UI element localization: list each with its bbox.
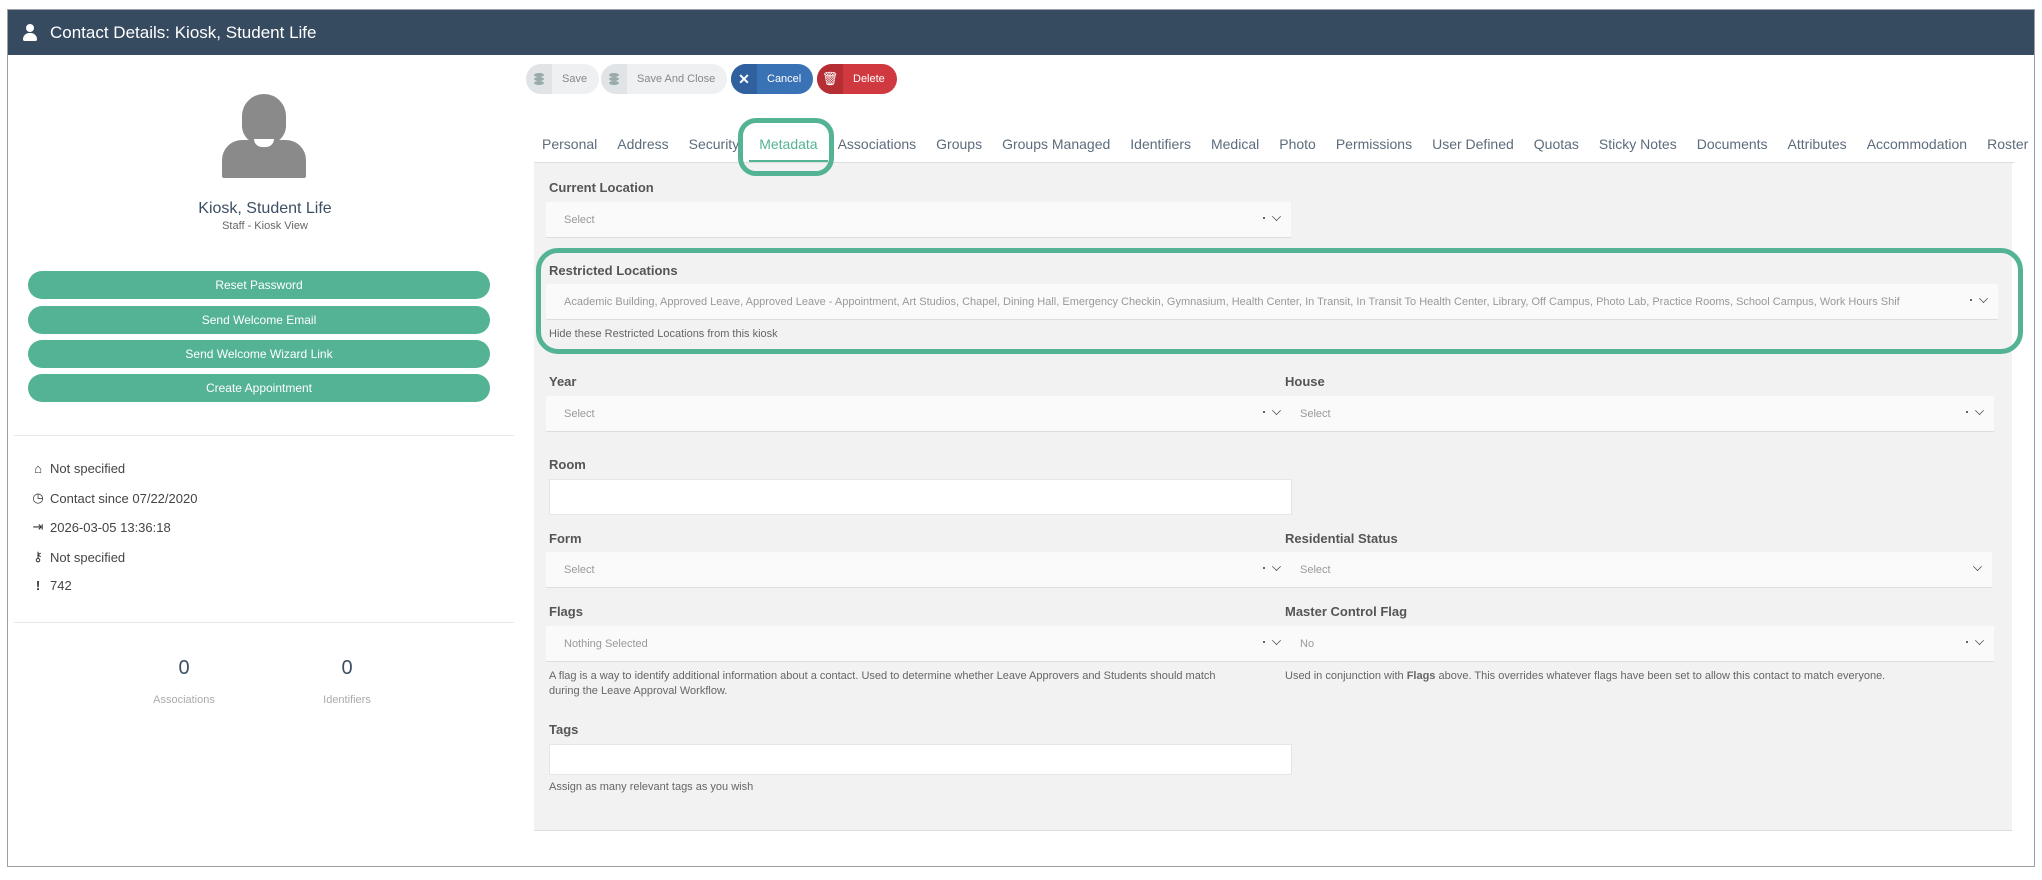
- residential-status-label: Residential Status: [1285, 531, 1398, 546]
- info-last-login: ⇥ 2026-03-05 13:36:18: [30, 519, 171, 535]
- sign-in-icon: ⇥: [32, 519, 44, 534]
- metadata-tab-highlight: [738, 118, 834, 176]
- chevron-down-icon: [1973, 562, 1982, 571]
- tab-identifiers[interactable]: Identifiers: [1120, 128, 1201, 162]
- avatar: [214, 86, 314, 186]
- residential-status-select[interactable]: Select: [1282, 552, 1992, 588]
- tab-sticky-notes[interactable]: Sticky Notes: [1589, 128, 1687, 162]
- room-label: Room: [549, 457, 586, 472]
- user-icon: [22, 23, 38, 42]
- associations-count[interactable]: 0: [134, 657, 234, 680]
- divider: [14, 622, 514, 623]
- home-icon: ⌂: [34, 461, 42, 476]
- chevron-down-icon: [1272, 636, 1281, 645]
- tab-medical[interactable]: Medical: [1201, 128, 1269, 162]
- tab-address[interactable]: Address: [607, 128, 678, 162]
- room-input[interactable]: [549, 479, 1292, 515]
- title-bar: Contact Details: Kiosk, Student Life: [8, 10, 2034, 55]
- info-id: ! 742: [30, 578, 72, 593]
- form-label: Form: [549, 531, 582, 546]
- info-key: ⚷ Not specified: [30, 549, 125, 565]
- tags-label: Tags: [549, 722, 579, 737]
- info-location: ⌂ Not specified: [30, 461, 125, 476]
- tags-input[interactable]: [549, 744, 1292, 775]
- tab-personal[interactable]: Personal: [532, 128, 607, 162]
- key-icon: ⚷: [33, 549, 43, 564]
- year-select[interactable]: Select: [546, 396, 1291, 432]
- divider: [14, 435, 514, 436]
- trash-icon: 🗑: [817, 64, 843, 94]
- clock-icon: ◷: [32, 490, 44, 505]
- chevron-down-icon: [1272, 212, 1281, 221]
- chevron-down-icon: [1272, 406, 1281, 415]
- chevron-down-icon: [1975, 406, 1984, 415]
- tab-user-defined[interactable]: User Defined: [1422, 128, 1524, 162]
- associations-label: Associations: [153, 694, 215, 706]
- master-control-flag-help: Used in conjunction with Flags above. Th…: [1285, 670, 1886, 682]
- identifiers-count[interactable]: 0: [297, 657, 397, 680]
- info-contact-since: ◷ Contact since 07/22/2020: [30, 490, 197, 506]
- tab-groups[interactable]: Groups: [926, 128, 992, 162]
- flags-select[interactable]: Nothing Selected: [546, 626, 1291, 662]
- save-button[interactable]: Save: [526, 64, 600, 94]
- tags-help: Assign as many relevant tags as you wish: [549, 781, 754, 793]
- tab-associations[interactable]: Associations: [828, 128, 927, 162]
- flags-help: A flag is a way to identify additional i…: [549, 670, 1216, 697]
- tab-quotas[interactable]: Quotas: [1524, 128, 1589, 162]
- exclamation-icon: !: [35, 578, 41, 593]
- chevron-down-icon: [1272, 562, 1281, 571]
- tab-attributes[interactable]: Attributes: [1778, 128, 1857, 162]
- contact-role: Staff - Kiosk View: [222, 220, 308, 232]
- contact-name: Kiosk, Student Life: [198, 200, 332, 217]
- tab-accommodation[interactable]: Accommodation: [1857, 128, 1977, 162]
- house-select[interactable]: Select: [1282, 396, 1994, 432]
- tab-photo[interactable]: Photo: [1269, 128, 1326, 162]
- identifiers-label: Identifiers: [323, 694, 371, 706]
- cancel-button[interactable]: ✕ Cancel: [731, 64, 814, 94]
- tab-permissions[interactable]: Permissions: [1326, 128, 1422, 162]
- tab-documents[interactable]: Documents: [1687, 128, 1778, 162]
- current-location-label: Current Location: [549, 180, 654, 195]
- current-location-select[interactable]: Select: [546, 202, 1291, 238]
- delete-button[interactable]: 🗑 Delete: [817, 64, 897, 94]
- tab-roster[interactable]: Roster: [1977, 128, 2038, 162]
- close-icon: ✕: [731, 64, 757, 94]
- restricted-locations-highlight: [536, 248, 2023, 354]
- year-label: Year: [549, 374, 577, 389]
- create-appointment-button[interactable]: Create Appointment: [28, 374, 490, 402]
- tab-groups-managed[interactable]: Groups Managed: [992, 128, 1120, 162]
- window-title: Contact Details: Kiosk, Student Life: [50, 22, 317, 42]
- database-icon: [601, 64, 627, 94]
- send-welcome-email-button[interactable]: Send Welcome Email: [28, 306, 490, 334]
- master-control-flag-select[interactable]: No: [1282, 626, 1994, 662]
- chevron-down-icon: [1975, 636, 1984, 645]
- form-select[interactable]: Select: [546, 552, 1291, 588]
- master-control-flag-label: Master Control Flag: [1285, 604, 1408, 619]
- reset-password-button[interactable]: Reset Password: [28, 271, 490, 299]
- save-and-close-button[interactable]: Save And Close: [601, 64, 728, 94]
- send-welcome-wizard-link-button[interactable]: Send Welcome Wizard Link: [28, 340, 490, 368]
- house-label: House: [1285, 374, 1325, 389]
- flags-label: Flags: [549, 604, 583, 619]
- database-icon: [526, 64, 552, 94]
